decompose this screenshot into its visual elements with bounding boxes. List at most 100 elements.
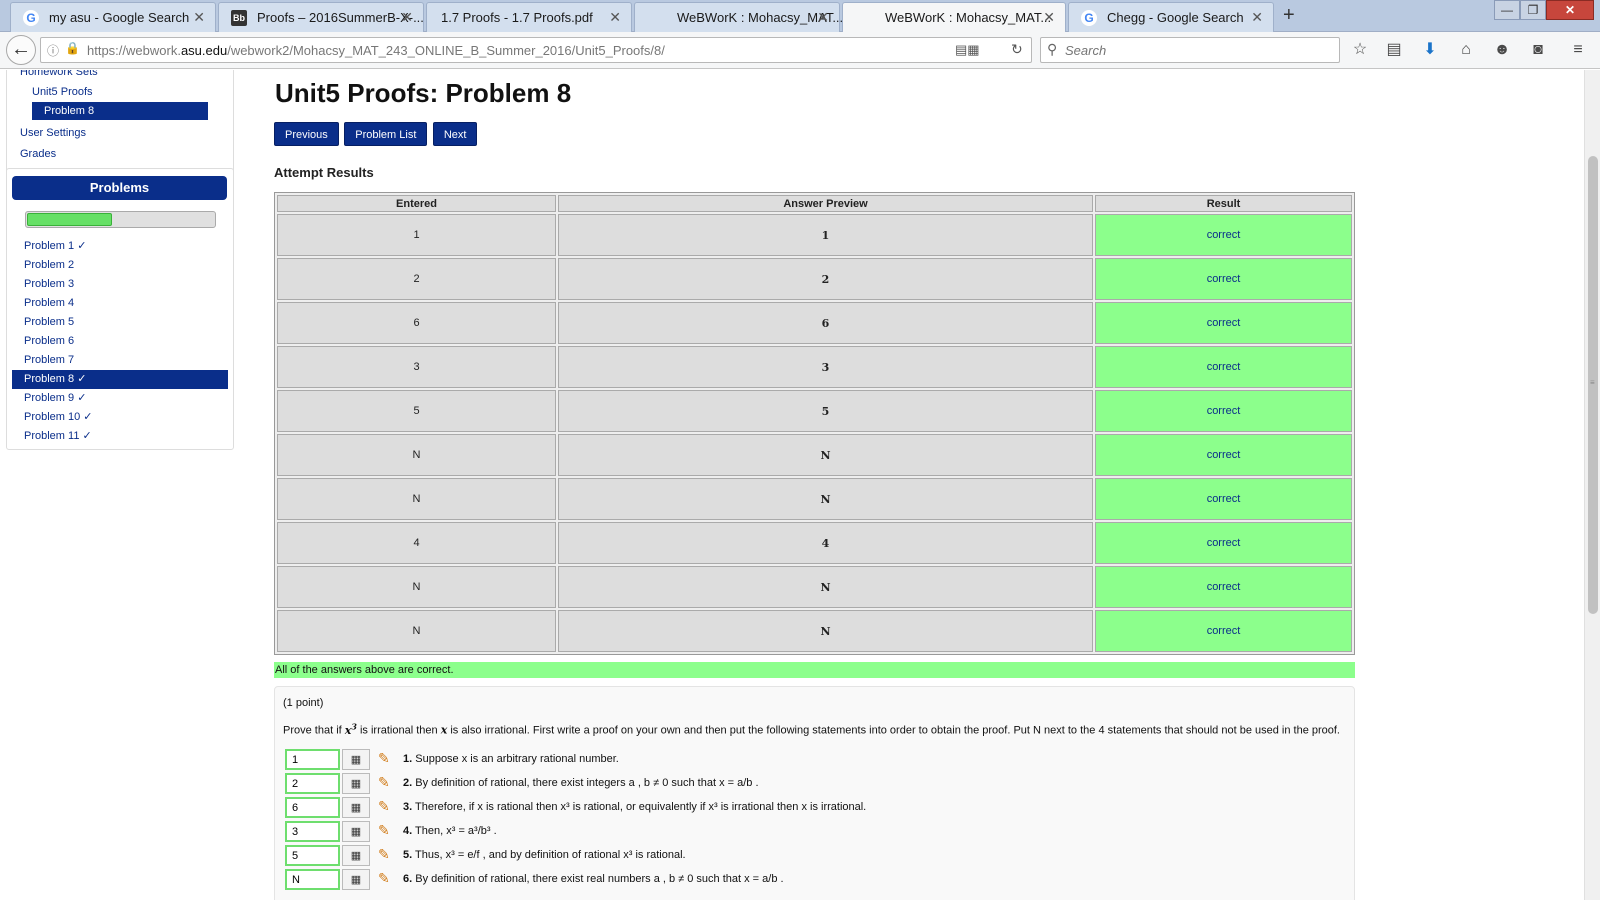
cell-result: correct bbox=[1095, 566, 1352, 608]
statement-text: 4. Then, x³ = a³/b³ . bbox=[403, 825, 497, 837]
webwork-page: Homework Sets Unit5 Proofs Problem 8 Use… bbox=[0, 70, 1584, 900]
pocket-icon[interactable]: ◙ bbox=[1526, 38, 1550, 62]
reload-icon[interactable]: ↻ bbox=[1011, 41, 1023, 58]
statement-body: Thus, x³ = e/f , and by definition of ra… bbox=[415, 849, 686, 861]
back-arrow-icon[interactable]: ← bbox=[6, 35, 36, 65]
cell-result: correct bbox=[1095, 346, 1352, 388]
address-bar[interactable]: ⓘ 🔒 https://webwork.asu.edu/webwork2/Moh… bbox=[40, 37, 1032, 63]
next-button[interactable]: Next bbox=[432, 122, 478, 146]
problem-list-button[interactable]: Problem List bbox=[344, 122, 428, 146]
download-icon[interactable]: ⬇ bbox=[1418, 38, 1442, 62]
equation-editor-icon[interactable]: ▦ bbox=[342, 845, 370, 866]
table-row: 5 5 correct bbox=[277, 390, 1352, 432]
reader-view-icon[interactable]: ▤▦ bbox=[955, 42, 980, 58]
answer-input[interactable] bbox=[285, 797, 340, 818]
close-icon[interactable]: ✕ bbox=[401, 9, 413, 26]
cell-entered: 2 bbox=[277, 258, 556, 300]
table-row: 4 4 correct bbox=[277, 522, 1352, 564]
table-row: 6 6 correct bbox=[277, 302, 1352, 344]
cell-entered: 6 bbox=[277, 302, 556, 344]
problems-panel: Problems Problem 1 ✓ Problem 2 Problem 3 Pr… bbox=[6, 168, 234, 450]
progress-bar bbox=[25, 211, 216, 228]
equation-editor-icon[interactable]: ▦ bbox=[342, 821, 370, 842]
grades-link[interactable]: Grades bbox=[20, 148, 56, 160]
tab-strip: G my asu - Google Search ✕ Bb Proofs – 2… bbox=[0, 0, 1600, 33]
minimize-icon[interactable]: — bbox=[1494, 0, 1520, 20]
column-header-preview: Answer Preview bbox=[558, 195, 1093, 212]
search-box[interactable]: ⚲ bbox=[1040, 37, 1340, 63]
sidebar-problem-item[interactable]: Problem 11 ✓ bbox=[12, 427, 228, 446]
sidebar-problem-item[interactable]: Problem 8 ✓ bbox=[12, 370, 228, 389]
menu-icon[interactable]: ≡ bbox=[1566, 38, 1590, 62]
cell-preview: N bbox=[558, 610, 1093, 652]
problem-nav-buttons: Previous Problem List Next bbox=[274, 122, 478, 146]
close-icon[interactable]: ✕ bbox=[193, 9, 205, 26]
equation-editor-icon[interactable]: ▦ bbox=[342, 749, 370, 770]
cell-preview: 1 bbox=[558, 214, 1093, 256]
url-text[interactable]: https://webwork.asu.edu/webwork2/Mohacsy… bbox=[87, 43, 665, 58]
sidebar-problem-item[interactable]: Problem 6 bbox=[12, 332, 228, 351]
answer-input[interactable] bbox=[285, 845, 340, 866]
tab-title: WeBWorK : Mohacsy_MAT... bbox=[885, 10, 1052, 25]
bookmark-star-icon[interactable]: ☆ bbox=[1348, 38, 1372, 62]
tab-webwork-active[interactable]: WeBWorK : Mohacsy_MAT... ✕ bbox=[842, 2, 1066, 33]
answer-input[interactable] bbox=[285, 749, 340, 770]
bookmarks-list-icon[interactable]: ▤ bbox=[1382, 38, 1406, 62]
cell-entered: N bbox=[277, 610, 556, 652]
tab-my-asu-search[interactable]: G my asu - Google Search ✕ bbox=[10, 2, 216, 32]
tab-webwork-1[interactable]: WeBWorK : Mohacsy_MAT... ✕ bbox=[634, 2, 843, 32]
sidebar-problem-item[interactable]: Problem 9 ✓ bbox=[12, 389, 228, 408]
statement-number: 4. bbox=[403, 825, 413, 837]
maximize-icon[interactable]: ❐ bbox=[1520, 0, 1546, 20]
current-problem-link[interactable]: Problem 8 bbox=[32, 102, 208, 120]
sidebar-problem-item[interactable]: Problem 2 bbox=[12, 256, 228, 275]
chat-icon[interactable]: ☻ bbox=[1490, 38, 1514, 62]
close-icon[interactable]: ✕ bbox=[1043, 9, 1055, 26]
user-settings-link[interactable]: User Settings bbox=[20, 127, 86, 139]
answer-input[interactable] bbox=[285, 869, 340, 890]
sidebar-problem-item[interactable]: Problem 5 bbox=[12, 313, 228, 332]
search-input[interactable] bbox=[1065, 41, 1325, 59]
points-label: (1 point) bbox=[283, 697, 324, 709]
table-row: 1 1 correct bbox=[277, 214, 1352, 256]
equation-editor-icon[interactable]: ▦ bbox=[342, 869, 370, 890]
progress-fill bbox=[27, 213, 113, 226]
google-icon: G bbox=[23, 10, 39, 26]
problem-prompt: Prove that if x3 is irrational then x is… bbox=[283, 721, 1340, 737]
home-icon[interactable]: ⌂ bbox=[1454, 38, 1478, 62]
homework-sets-link[interactable]: Homework Sets bbox=[20, 70, 98, 78]
close-icon[interactable]: ✕ bbox=[609, 9, 621, 26]
tab-chegg-search[interactable]: G Chegg - Google Search ✕ bbox=[1068, 2, 1274, 32]
set-link[interactable]: Unit5 Proofs bbox=[32, 86, 93, 98]
answer-input[interactable] bbox=[285, 821, 340, 842]
answer-input[interactable] bbox=[285, 773, 340, 794]
statement-body: By definition of rational, there exist r… bbox=[415, 873, 784, 885]
problem-list: Problem 1 ✓ Problem 2 Problem 3 Problem 4 Pr… bbox=[12, 237, 228, 446]
column-header-result: Result bbox=[1095, 195, 1352, 212]
lock-icon[interactable]: 🔒 bbox=[65, 41, 80, 55]
cell-result: correct bbox=[1095, 610, 1352, 652]
tab-proofs-blackboard[interactable]: Bb Proofs – 2016SummerB-X-... ✕ bbox=[218, 2, 424, 32]
statement-text: 2. By definition of rational, there exis… bbox=[403, 777, 759, 789]
sidebar-problem-item[interactable]: Problem 4 bbox=[12, 294, 228, 313]
sidebar-problem-item[interactable]: Problem 3 bbox=[12, 275, 228, 294]
new-tab-plus-icon[interactable]: + bbox=[1283, 4, 1295, 27]
sidebar-problem-item[interactable]: Problem 1 ✓ bbox=[12, 237, 228, 256]
tab-title: Proofs – 2016SummerB-X-... bbox=[257, 10, 424, 25]
close-icon[interactable]: ✕ bbox=[817, 9, 829, 26]
scroll-thumb[interactable]: ≡ bbox=[1588, 156, 1598, 614]
close-icon[interactable]: ✕ bbox=[1251, 9, 1263, 26]
pencil-icon: ✎ bbox=[378, 846, 390, 862]
blackboard-icon: Bb bbox=[231, 10, 247, 26]
cell-entered: N bbox=[277, 478, 556, 520]
sidebar-problem-item[interactable]: Problem 10 ✓ bbox=[12, 408, 228, 427]
equation-editor-icon[interactable]: ▦ bbox=[342, 773, 370, 794]
window-close-icon[interactable]: ✕ bbox=[1546, 0, 1594, 20]
page-scrollbar[interactable]: ≡ bbox=[1584, 70, 1600, 900]
sidebar-problem-item[interactable]: Problem 7 bbox=[12, 351, 228, 370]
tab-proofs-pdf[interactable]: 1.7 Proofs - 1.7 Proofs.pdf ✕ bbox=[426, 2, 632, 32]
info-icon[interactable]: ⓘ bbox=[47, 42, 59, 59]
previous-button[interactable]: Previous bbox=[274, 122, 339, 146]
equation-editor-icon[interactable]: ▦ bbox=[342, 797, 370, 818]
cell-preview: 4 bbox=[558, 522, 1093, 564]
